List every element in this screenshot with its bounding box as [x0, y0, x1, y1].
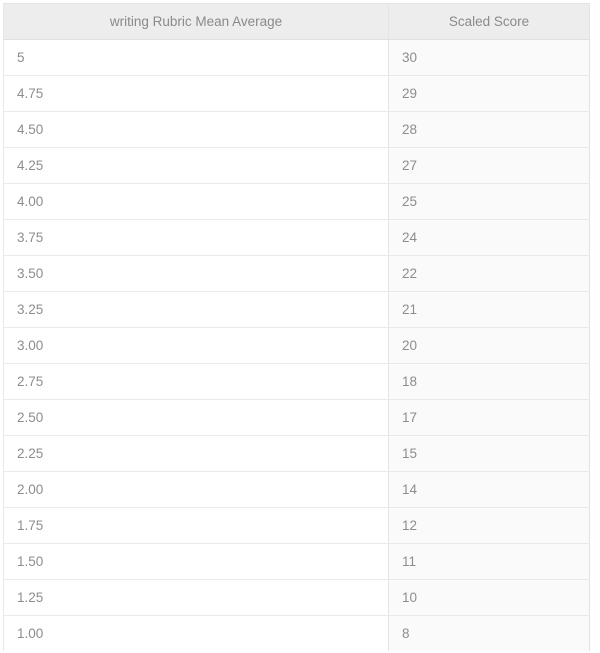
table-row: 3.50 22: [3, 255, 590, 292]
cell-rubric-mean-average: 2.75: [3, 363, 389, 400]
cell-rubric-mean-average: 3.75: [3, 219, 389, 256]
cell-scaled-score: 8: [388, 615, 590, 651]
column-header-rubric-mean-average: writing Rubric Mean Average: [3, 3, 389, 40]
cell-rubric-mean-average: 4.00: [3, 183, 389, 220]
table-row: 2.00 14: [3, 471, 590, 508]
table-row: 2.25 15: [3, 435, 590, 472]
table-row: 1.75 12: [3, 507, 590, 544]
cell-scaled-score: 17: [388, 399, 590, 436]
cell-scaled-score: 28: [388, 111, 590, 148]
cell-scaled-score: 30: [388, 39, 590, 76]
table-row: 1.25 10: [3, 579, 590, 616]
table-row: 4.75 29: [3, 75, 590, 112]
cell-rubric-mean-average: 2.50: [3, 399, 389, 436]
cell-rubric-mean-average: 1.50: [3, 543, 389, 580]
cell-rubric-mean-average: 4.75: [3, 75, 389, 112]
table-row: 2.50 17: [3, 399, 590, 436]
table-header: writing Rubric Mean Average Scaled Score: [3, 3, 590, 40]
cell-rubric-mean-average: 4.50: [3, 111, 389, 148]
table-row: 2.75 18: [3, 363, 590, 400]
table-row: 4.00 25: [3, 183, 590, 220]
cell-rubric-mean-average: 3.25: [3, 291, 389, 328]
cell-rubric-mean-average: 1.75: [3, 507, 389, 544]
table-row: 5 30: [3, 39, 590, 76]
cell-scaled-score: 11: [388, 543, 590, 580]
cell-rubric-mean-average: 3.50: [3, 255, 389, 292]
cell-scaled-score: 27: [388, 147, 590, 184]
column-header-scaled-score: Scaled Score: [388, 3, 590, 40]
table-body: 5 30 4.75 29 4.50 28 4.25 27 4.00 25 3.75 24 3.50 22 3…: [3, 39, 590, 651]
table-row: 4.50 28: [3, 111, 590, 148]
cell-scaled-score: 14: [388, 471, 590, 508]
cell-rubric-mean-average: 5: [3, 39, 389, 76]
cell-scaled-score: 21: [388, 291, 590, 328]
cell-rubric-mean-average: 2.25: [3, 435, 389, 472]
table-row: 3.25 21: [3, 291, 590, 328]
table-row: 1.50 11: [3, 543, 590, 580]
table-row: 3.00 20: [3, 327, 590, 364]
cell-rubric-mean-average: 1.25: [3, 579, 389, 616]
cell-scaled-score: 10: [388, 579, 590, 616]
score-conversion-table-container: writing Rubric Mean Average Scaled Score…: [0, 0, 600, 653]
score-conversion-table: writing Rubric Mean Average Scaled Score…: [3, 3, 590, 651]
table-header-row: writing Rubric Mean Average Scaled Score: [3, 3, 590, 40]
cell-rubric-mean-average: 4.25: [3, 147, 389, 184]
table-row: 4.25 27: [3, 147, 590, 184]
cell-scaled-score: 25: [388, 183, 590, 220]
table-row: 1.00 8: [3, 615, 590, 651]
cell-scaled-score: 20: [388, 327, 590, 364]
cell-scaled-score: 15: [388, 435, 590, 472]
cell-scaled-score: 18: [388, 363, 590, 400]
table-row: 3.75 24: [3, 219, 590, 256]
cell-rubric-mean-average: 2.00: [3, 471, 389, 508]
cell-scaled-score: 12: [388, 507, 590, 544]
cell-scaled-score: 24: [388, 219, 590, 256]
cell-scaled-score: 22: [388, 255, 590, 292]
cell-scaled-score: 29: [388, 75, 590, 112]
cell-rubric-mean-average: 3.00: [3, 327, 389, 364]
cell-rubric-mean-average: 1.00: [3, 615, 389, 651]
